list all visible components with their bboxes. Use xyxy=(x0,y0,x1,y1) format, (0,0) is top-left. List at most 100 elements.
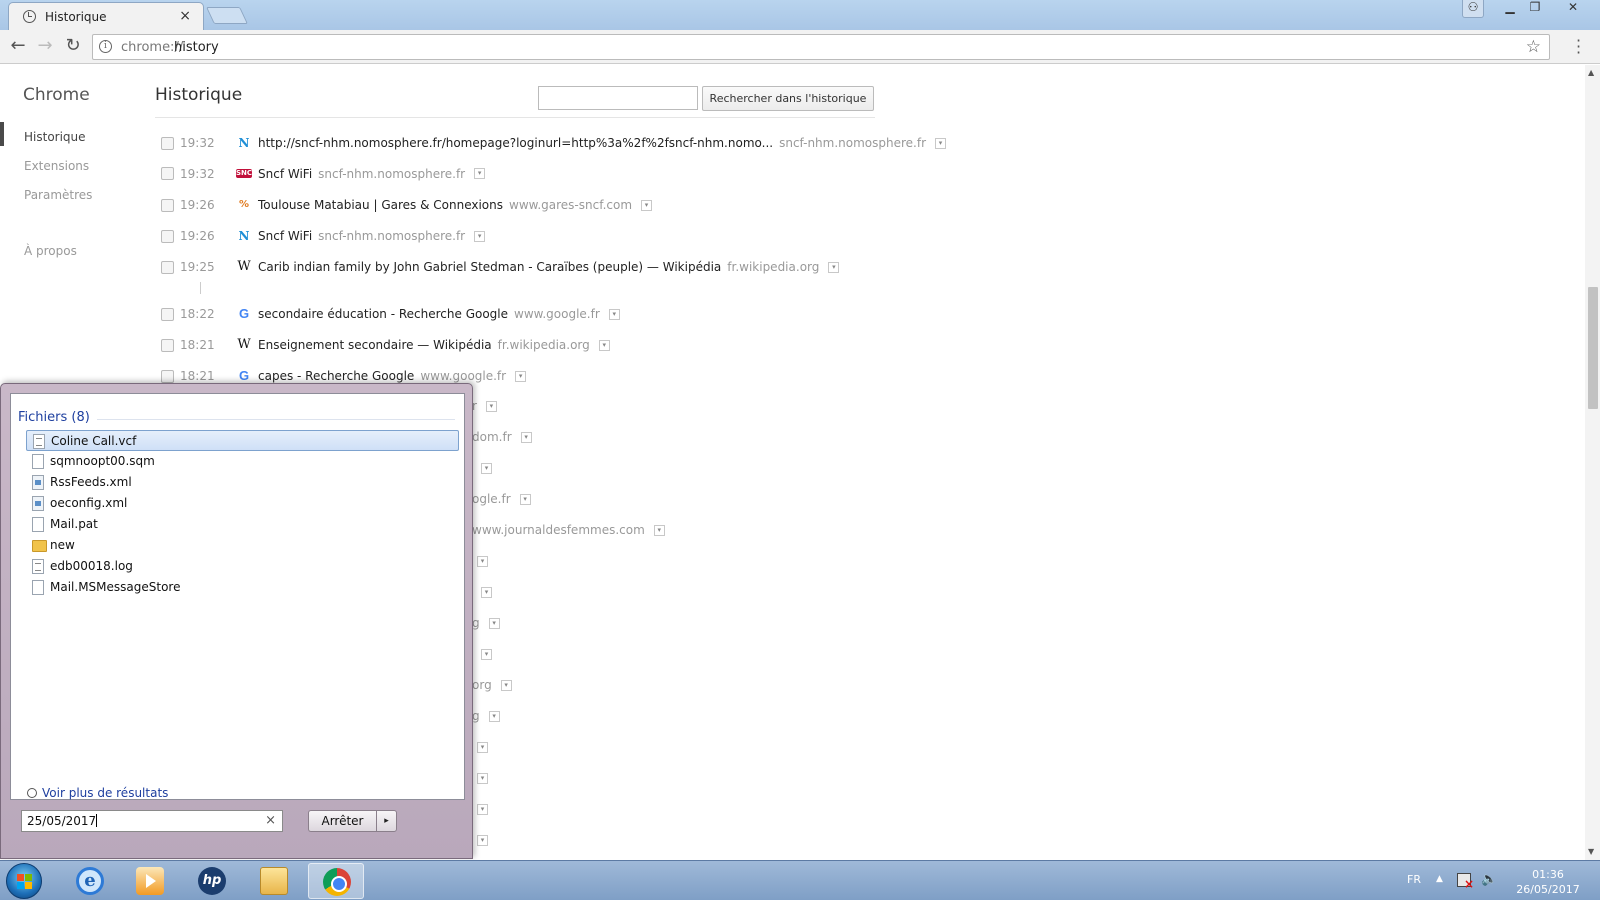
history-entry[interactable]: 19:25 W Carib indian family by John Gabrie… xyxy=(161,259,840,277)
entry-menu-icon[interactable]: ▾ xyxy=(500,680,512,691)
entry-checkbox[interactable] xyxy=(161,198,174,212)
file-result-item[interactable]: sqmnoopt00.sqm xyxy=(26,451,459,472)
more-results-link[interactable]: Voir plus de résultats xyxy=(27,786,168,800)
entry-checkbox[interactable] xyxy=(161,369,174,383)
entry-checkbox[interactable] xyxy=(161,167,174,180)
entry-title-link[interactable]: Enseignement secondaire — Wikipédia xyxy=(258,338,492,352)
tab-historique[interactable]: Historique × xyxy=(8,2,204,30)
scroll-up-icon[interactable]: ▲ xyxy=(1588,68,1594,77)
entry-menu-icon[interactable]: ▾ xyxy=(520,432,532,443)
history-entry-partial[interactable]: org ▾ xyxy=(472,678,512,696)
sidebar-item-a-propos[interactable]: À propos xyxy=(24,244,77,258)
tab-close-icon[interactable]: × xyxy=(179,8,191,24)
file-result-item[interactable]: edb00018.log xyxy=(26,556,459,577)
entry-menu-icon[interactable]: ▾ xyxy=(477,556,488,567)
entry-checkbox[interactable] xyxy=(161,338,174,352)
history-entry-partial[interactable]: g ▾ xyxy=(472,616,500,634)
entry-menu-icon[interactable]: ▾ xyxy=(481,587,492,598)
entry-menu-icon[interactable]: ▾ xyxy=(935,137,947,149)
history-entry-partial[interactable]: ▾ xyxy=(472,647,492,665)
minimize-button[interactable]: ▁ xyxy=(1499,0,1521,18)
start-search-input[interactable]: 25/05/2017 × xyxy=(21,810,283,832)
entry-title-link[interactable]: Sncf WiFi xyxy=(258,229,312,243)
history-entry-partial[interactable]: dom.fr ▾ xyxy=(472,430,532,448)
entry-checkbox[interactable] xyxy=(161,229,174,243)
clear-search-icon[interactable]: × xyxy=(265,813,276,828)
shutdown-options-button[interactable]: ▸ xyxy=(376,810,397,832)
history-entry[interactable]: 18:21 W Enseignement secondaire — Wikipédi… xyxy=(161,337,610,355)
scroll-down-icon[interactable]: ▼ xyxy=(1588,847,1594,856)
file-result-item[interactable]: RssFeeds.xml xyxy=(26,472,459,493)
entry-menu-icon[interactable]: ▾ xyxy=(488,618,500,629)
back-button[interactable]: ← xyxy=(7,36,29,58)
history-entry-partial[interactable]: ▾ xyxy=(472,585,492,603)
entry-title-link[interactable]: capes - Recherche Google xyxy=(258,369,414,383)
entry-menu-icon[interactable]: ▾ xyxy=(477,742,488,753)
history-entry[interactable]: 19:32 Nhttp://sncf-nhm.nomosphere.fr/home… xyxy=(161,135,947,153)
entry-title-link[interactable]: Sncf WiFi xyxy=(258,167,312,181)
show-hidden-icons[interactable]: ▲ xyxy=(1436,874,1443,884)
reload-button[interactable]: ↻ xyxy=(62,36,84,58)
file-result-item[interactable]: new xyxy=(26,535,459,556)
entry-title-link[interactable]: secondaire éducation - Recherche Google xyxy=(258,307,508,321)
forward-button[interactable]: → xyxy=(34,36,56,58)
file-result-item[interactable]: Mail.MSMessageStore xyxy=(26,577,459,598)
entry-menu-icon[interactable]: ▾ xyxy=(519,494,531,505)
entry-checkbox[interactable] xyxy=(161,307,174,321)
search-history-button[interactable]: Rechercher dans l'historique xyxy=(702,86,874,111)
chrome-menu-icon[interactable]: · · · xyxy=(1576,33,1581,61)
sidebar-item-parametres[interactable]: Paramètres xyxy=(24,188,92,202)
volume-icon[interactable]: 🔈 xyxy=(1481,872,1497,887)
taskbar-ie[interactable]: e xyxy=(62,863,118,899)
language-indicator[interactable]: FR xyxy=(1407,873,1421,886)
user-icon[interactable]: ⚇ xyxy=(1462,0,1484,18)
entry-menu-icon[interactable]: ▾ xyxy=(474,230,486,242)
entry-menu-icon[interactable]: ▾ xyxy=(828,261,840,273)
restore-button[interactable]: ❐ xyxy=(1524,0,1546,18)
entry-menu-icon[interactable]: ▾ xyxy=(641,199,653,211)
file-result-item[interactable]: Mail.pat xyxy=(26,514,459,535)
entry-menu-icon[interactable]: ▾ xyxy=(598,339,610,351)
history-entry[interactable]: 18:22 Gsecondaire éducation - Recherche G… xyxy=(161,306,620,324)
entry-title-link[interactable]: Toulouse Matabiau | Gares & Connexions xyxy=(258,198,503,212)
taskbar-explorer[interactable] xyxy=(246,863,302,899)
entry-menu-icon[interactable]: ▾ xyxy=(608,308,620,320)
history-entry-partial[interactable]: g ▾ xyxy=(472,709,500,727)
entry-menu-icon[interactable]: ▾ xyxy=(477,804,488,815)
taskbar-chrome[interactable] xyxy=(308,863,364,899)
entry-menu-icon[interactable]: ▾ xyxy=(481,463,492,474)
sidebar-item-historique[interactable]: Historique xyxy=(24,130,86,144)
entry-menu-icon[interactable]: ▾ xyxy=(477,773,488,784)
file-result-item[interactable]: oeconfig.xml xyxy=(26,493,459,514)
history-entry[interactable]: 19:32 SNCFSncf WiFi sncf-nhm.nomosphere.fr… xyxy=(161,166,486,184)
close-window-button[interactable]: ✕ xyxy=(1560,0,1586,18)
new-tab-button[interactable] xyxy=(206,7,248,24)
file-result-item[interactable]: Coline Call.vcf xyxy=(26,430,459,451)
entry-menu-icon[interactable]: ▾ xyxy=(481,649,492,660)
history-entry[interactable]: 19:26% Toulouse Matabiau | Gares & Connex… xyxy=(161,197,653,215)
entry-menu-icon[interactable]: ▾ xyxy=(477,835,488,846)
taskbar-media-player[interactable] xyxy=(122,863,178,899)
entry-menu-icon[interactable]: ▾ xyxy=(474,168,486,179)
entry-menu-icon[interactable]: ▾ xyxy=(485,401,497,412)
history-entry-partial[interactable]: ▾ xyxy=(472,461,492,479)
history-entry[interactable]: 19:26 N Sncf WiFi sncf-nhm.nomosphere.fr ▾ xyxy=(161,228,486,246)
info-icon[interactable]: i xyxy=(99,40,112,53)
entry-checkbox[interactable] xyxy=(161,260,174,274)
sidebar-item-extensions[interactable]: Extensions xyxy=(24,159,89,173)
taskbar-hp[interactable]: hp xyxy=(184,863,240,899)
bookmark-star-icon[interactable]: ☆ xyxy=(1526,37,1541,57)
system-clock[interactable]: 01:36 26/05/2017 xyxy=(1510,867,1586,897)
entry-title-link[interactable]: http://sncf-nhm.nomosphere.fr/homepage?l… xyxy=(258,136,773,150)
shutdown-button[interactable]: Arrêter xyxy=(308,810,376,832)
entry-menu-icon[interactable]: ▾ xyxy=(515,370,527,382)
entry-menu-icon[interactable]: ▾ xyxy=(653,525,665,536)
history-entry-partial[interactable]: ogle.fr ▾ xyxy=(472,492,531,510)
entry-title-link[interactable]: Carib indian family by John Gabriel Sted… xyxy=(258,260,721,274)
history-entry-partial[interactable]: r ▾ xyxy=(472,399,497,417)
address-bar[interactable]: i chrome:// history ☆ xyxy=(92,34,1550,60)
start-button[interactable] xyxy=(6,863,42,899)
network-icon[interactable] xyxy=(1457,873,1474,891)
entry-menu-icon[interactable]: ▾ xyxy=(488,711,500,722)
history-search-input[interactable] xyxy=(538,86,698,110)
